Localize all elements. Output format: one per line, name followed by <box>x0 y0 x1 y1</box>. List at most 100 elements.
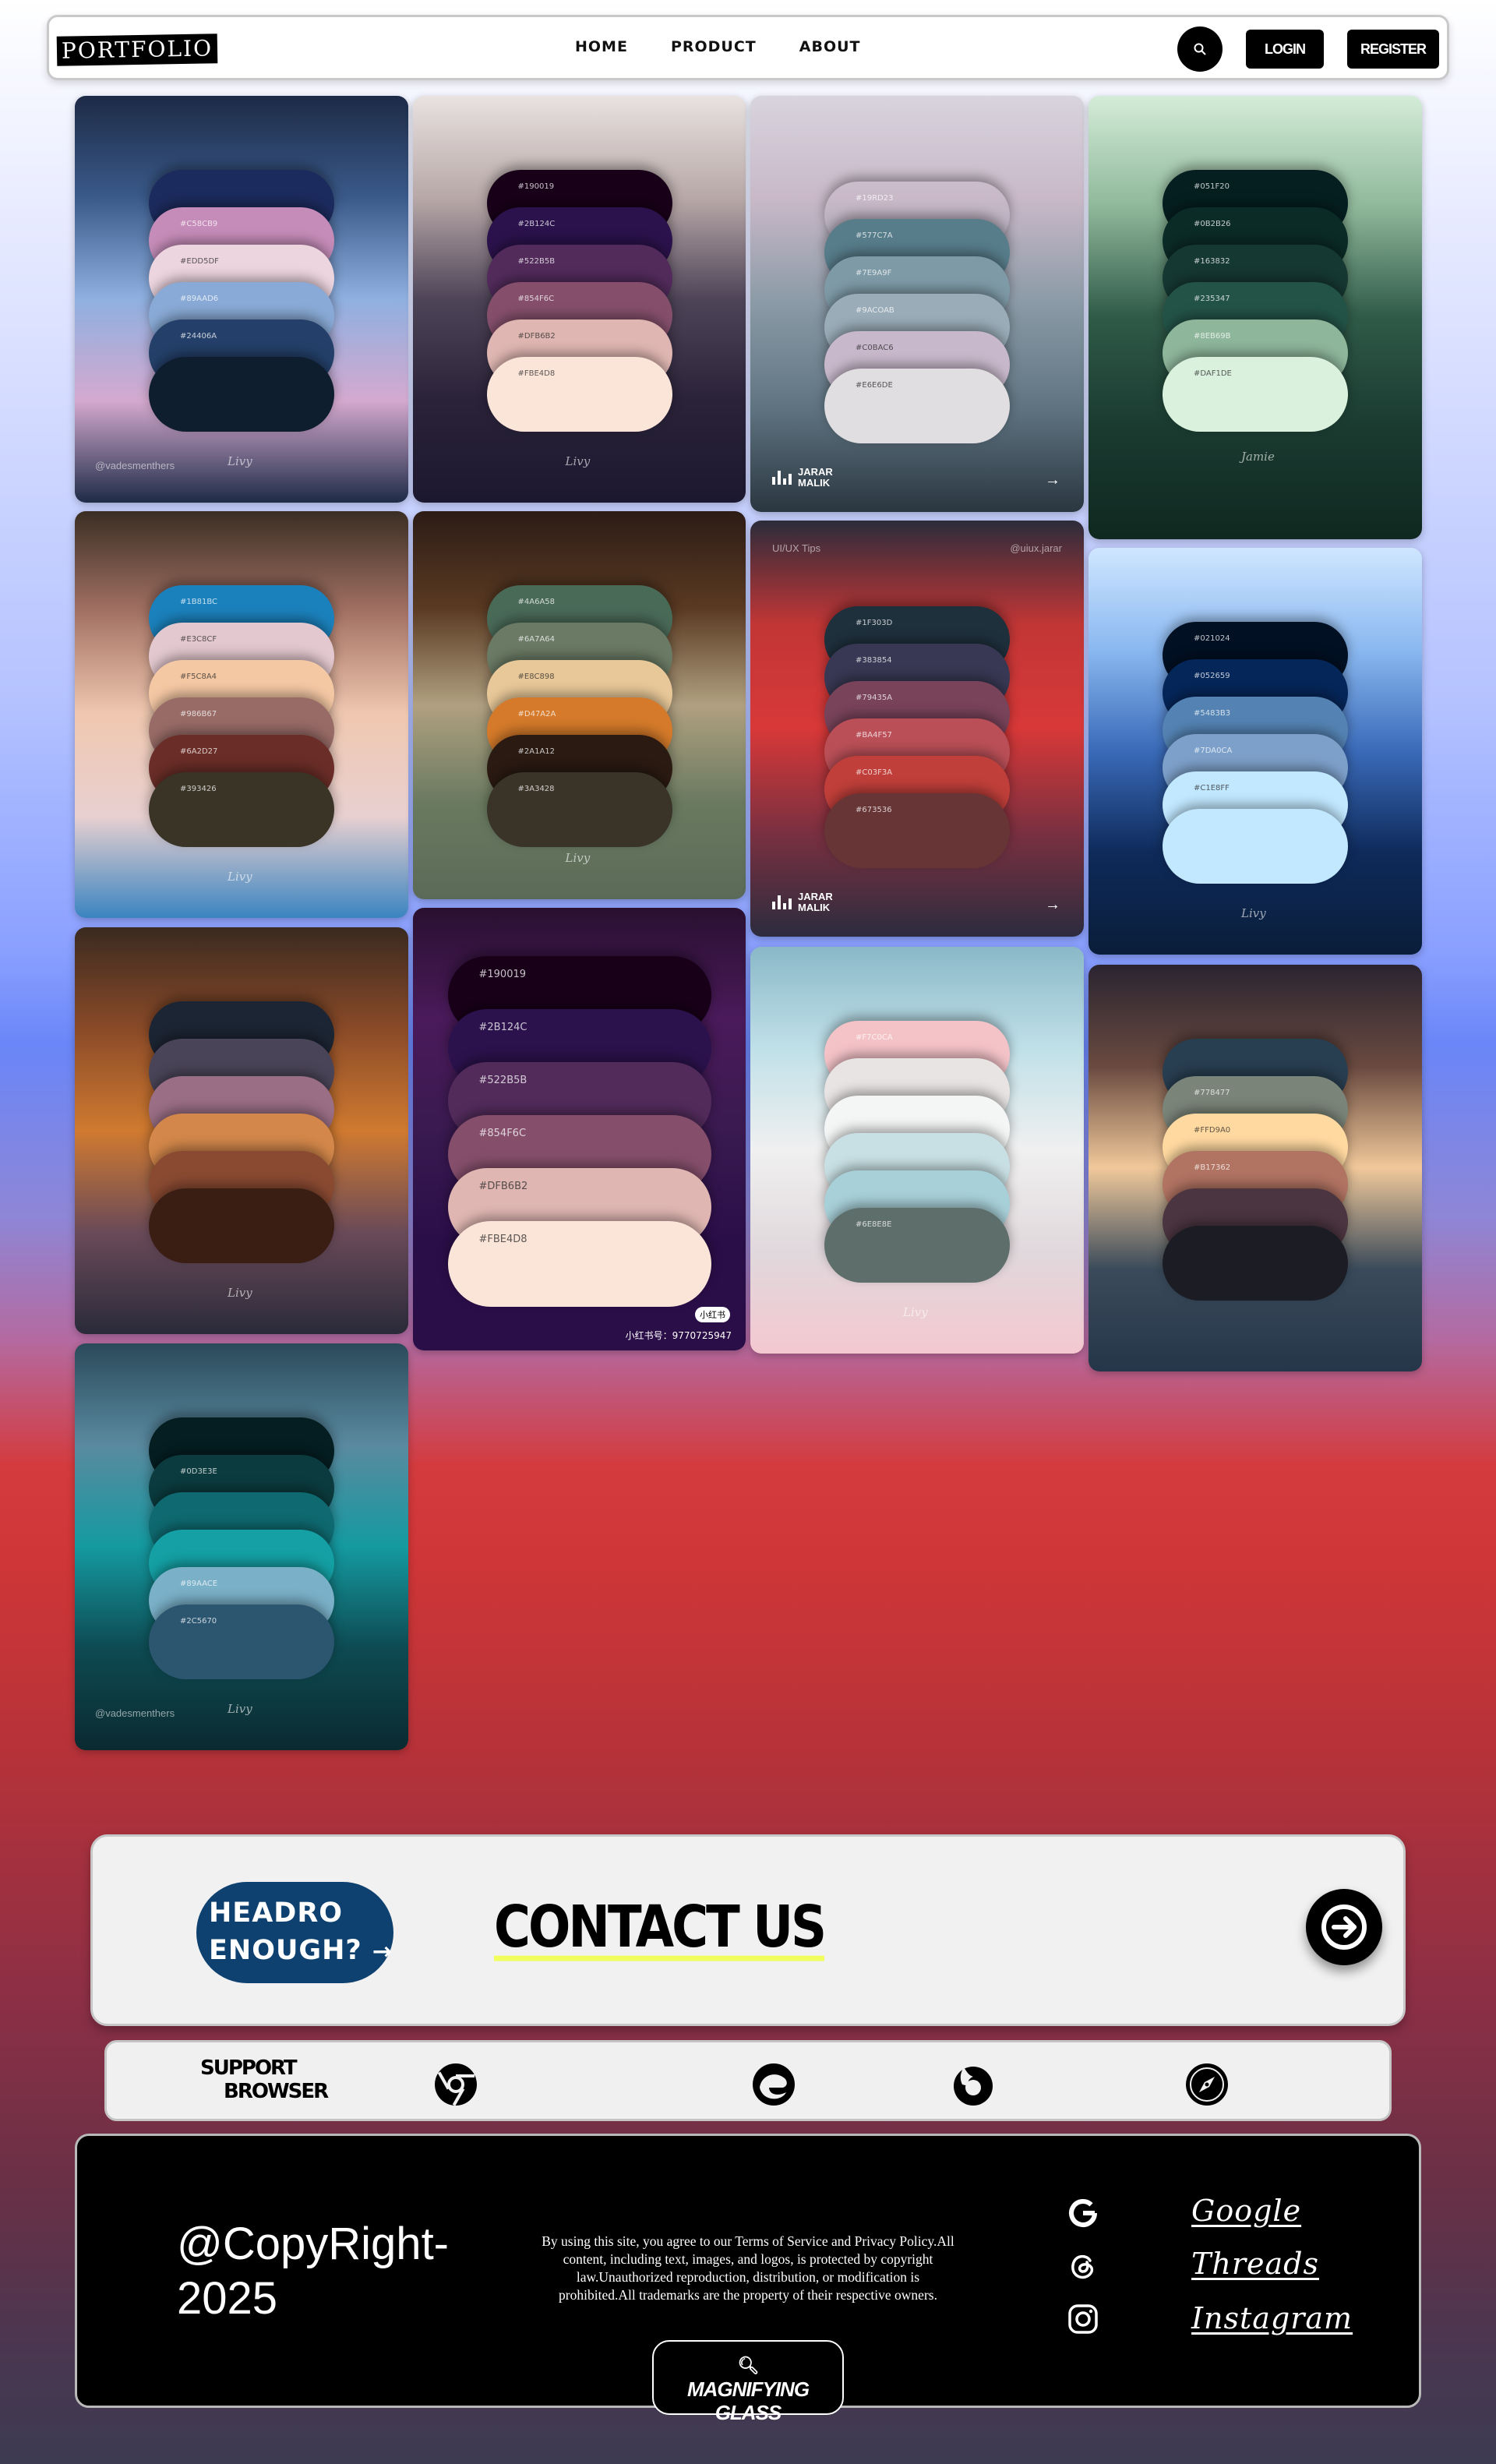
color-swatch: #FBE4D8 <box>486 357 672 432</box>
signature: Livy <box>228 870 252 884</box>
contact-arrow-button[interactable] <box>1306 1889 1382 1965</box>
color-swatch <box>1163 1226 1348 1301</box>
swatch-hex-label: #051F20 <box>1194 182 1230 191</box>
swatch-hex-label: #2B124C <box>478 1022 527 1033</box>
swatch-hex-label: #B17362 <box>1194 1163 1231 1172</box>
swatch-hex-label: #BA4F57 <box>856 731 892 740</box>
mag-line-1: 🔍︎ MAGNIFYING <box>654 2354 842 2401</box>
nav-link-home[interactable]: HOME <box>575 38 628 55</box>
google-icon <box>1069 2199 1097 2227</box>
swatch-hex-label: #F7C0CA <box>856 1033 893 1042</box>
swatch-hex-label: #0D3E3E <box>180 1467 217 1476</box>
palette-card[interactable]: Livy <box>75 927 408 1334</box>
xiaohongshu-badge: 小红书 <box>695 1307 730 1322</box>
firefox-icon[interactable] <box>951 2063 995 2106</box>
edge-icon[interactable] <box>752 2063 796 2106</box>
social-threads[interactable]: Threads <box>1067 2247 1425 2289</box>
swatch-hex-label: #9ACOAB <box>856 306 894 315</box>
swatch-hex-label: #854F6C <box>517 295 555 303</box>
logo[interactable]: PORTFOLIO <box>56 34 218 66</box>
swatch-hex-label: #2B124C <box>517 220 556 228</box>
signature: Livy <box>228 1286 252 1300</box>
swatch-hex-label: #383854 <box>856 656 892 665</box>
palette-card[interactable]: #1F303D #383854 #79435A #BA4F57 #C03F3A #6735… <box>750 521 1084 937</box>
arrow-right-icon[interactable]: → <box>1045 896 1060 914</box>
swatch-hex-label: #E8C898 <box>517 672 555 681</box>
signature: Livy <box>228 1702 252 1716</box>
search-icon: 🔍︎ <box>737 2356 760 2375</box>
signature: Livy <box>1241 906 1266 920</box>
threads-icon <box>1071 2254 1094 2279</box>
arrow-right-icon[interactable]: → <box>1045 471 1060 489</box>
swatch-hex-label: #C03F3A <box>856 768 893 777</box>
swatch-hex-label: #79435A <box>856 694 893 702</box>
swatch-hex-label: #24406A <box>180 332 217 341</box>
palette-card[interactable]: #190019 #2B124C #522B5B #854F6C #DFB6B2 #FBE4… <box>413 96 746 503</box>
palette-card[interactable]: #4A6A58 #6A7A64 #E8C898 #D47A2A #2A1A12 #3A34… <box>413 511 746 899</box>
card-footer-text: @vadesmenthers <box>95 460 175 471</box>
card-tag: @uiux.jarar <box>1010 542 1062 554</box>
browser-support-strip: SUPPORT BROWSER <box>104 2040 1392 2121</box>
search-button[interactable] <box>1177 26 1223 72</box>
xiaohongshu-id: 小红书号：9770725947 <box>625 1330 732 1341</box>
instagram-icon <box>1068 2304 1098 2334</box>
palette-card[interactable]: #021024 #052659 #5483B3 #7DA0CA #C1E8FF Livy <box>1088 548 1422 955</box>
swatch-hex-label: #052659 <box>1194 672 1230 680</box>
swatch-hex-label: #DFB6B2 <box>478 1181 528 1192</box>
signature: Livy <box>903 1305 928 1319</box>
threads-link[interactable]: Threads <box>1191 2247 1319 2281</box>
swatch-hex-label: #8EB69B <box>1194 332 1231 341</box>
chrome-icon[interactable] <box>434 2063 478 2106</box>
signature: Livy <box>565 454 591 468</box>
palette-card[interactable]: #C58CB9 #EDD5DF #89AAD6 #24406A @vadesmenthe… <box>75 96 408 503</box>
swatch-hex-label: #778477 <box>1194 1089 1230 1097</box>
signature: Livy <box>228 454 252 468</box>
color-swatch <box>149 1188 334 1263</box>
copyright-line-1: @CopyRight- <box>177 2219 449 2269</box>
arrow-right-icon: → <box>372 1938 393 1965</box>
swatch-hex-label: #1F303D <box>856 619 893 627</box>
swatch-hex-label: #522B5B <box>517 257 556 266</box>
headro-line-2: ENOUGH? → <box>209 1935 393 1966</box>
swatch-hex-label: #235347 <box>1194 295 1230 303</box>
palette-card[interactable]: #19RD23 #577C7A #7E9A9F #9ACOAB #C0BAC6 #E6E6… <box>750 96 1084 512</box>
swatch-hex-label: #C1E8FF <box>1194 784 1230 793</box>
copyright-text: @CopyRight- 2025 <box>177 2217 449 2326</box>
swatch-hex-label: #C58CB9 <box>180 220 218 228</box>
nav-link-about[interactable]: ABOUT <box>799 38 861 55</box>
card-footer-text: @vadesmenthers <box>95 1707 175 1719</box>
color-swatch <box>1163 809 1348 884</box>
register-button[interactable]: REGISTER <box>1347 30 1439 69</box>
swatch-hex-label: #021024 <box>1194 634 1230 643</box>
magnifying-glass-button[interactable]: 🔍︎ MAGNIFYING GLASS <box>652 2340 844 2424</box>
color-swatch: #6E8E8E <box>824 1208 1010 1283</box>
headro-badge[interactable]: HEADRO ENOUGH? → <box>196 1882 393 1983</box>
nav-links: HOME PRODUCT ABOUT <box>575 38 904 55</box>
login-button[interactable]: LOGIN <box>1246 30 1324 69</box>
google-link[interactable]: Google <box>1191 2194 1301 2228</box>
swatch-hex-label: #D47A2A <box>517 710 556 718</box>
palette-card[interactable]: #051F20 #0B2B26 #163832 #235347 #8EB69B #DAF1… <box>1088 96 1422 539</box>
palette-card[interactable]: #F7C0CA #6E8E8E Livy <box>750 947 1084 1354</box>
swatch-hex-label: #89AACE <box>180 1580 218 1588</box>
palette-card[interactable]: #0D3E3E #89AACE #2C5670 @vadesmenthers Livy <box>75 1343 408 1750</box>
swatch-hex-label: #522B5B <box>478 1075 527 1086</box>
search-icon <box>1194 43 1206 55</box>
swatch-hex-label: #EDD5DF <box>180 257 219 266</box>
support-label-line-1: SUPPORT <box>200 2056 298 2080</box>
nav-link-product[interactable]: PRODUCT <box>671 38 757 55</box>
color-swatch: #3A3428 <box>486 772 672 847</box>
palette-card[interactable]: #190019 #2B124C #522B5B #854F6C #DFB6B2 #FBE4… <box>413 908 746 1350</box>
color-swatch: #E6E6DE <box>824 369 1010 443</box>
copyright-line-2: 2025 <box>177 2273 278 2324</box>
swatch-hex-label: #7DA0CA <box>1194 747 1233 755</box>
safari-icon[interactable] <box>1185 2063 1229 2106</box>
palette-card[interactable]: #1B81BC #E3C8CF #F5C8A4 #986B67 #6A2D27 #3934… <box>75 511 408 918</box>
palette-card[interactable]: #778477 #FFD9A0 #B17362 <box>1088 965 1422 1371</box>
social-google[interactable]: Google <box>1067 2194 1425 2236</box>
color-swatch: #673536 <box>824 793 1010 868</box>
instagram-link[interactable]: Instagram <box>1191 2301 1353 2335</box>
swatch-hex-label: #0B2B26 <box>1194 220 1231 228</box>
swatch-hex-label: #7E9A9F <box>856 269 892 277</box>
social-instagram[interactable]: Instagram <box>1067 2301 1425 2342</box>
